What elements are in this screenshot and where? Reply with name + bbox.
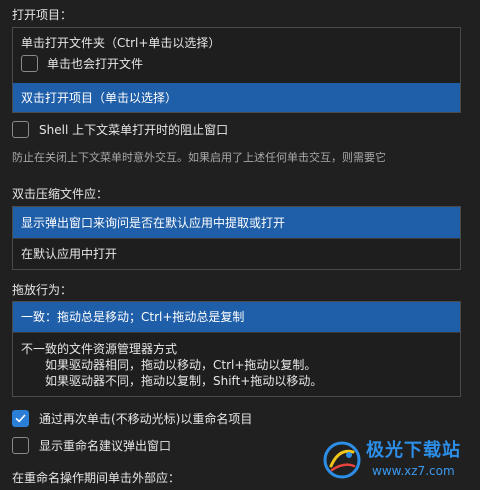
drag-option-explorer-label: 不一致的文件资源管理器方式 <box>21 342 178 356</box>
rename-outside-label: 在重命名操作期间单击外部应： <box>12 471 181 485</box>
open-item-options: 单击打开文件夹（Ctrl+单击以选择） 单击也会打开文件 双击打开项目（单击以选… <box>12 27 461 113</box>
rename-click-checkbox[interactable] <box>12 410 29 427</box>
settings-page: 打开项目： 单击打开文件夹（Ctrl+单击以选择） 单击也会打开文件 双击打开项… <box>0 0 480 490</box>
watermark: 极光下载站 www.xz7.com <box>322 438 472 482</box>
shell-block-label: Shell 上下文菜单打开时的阻止窗口 <box>39 123 229 137</box>
watermark-title: 极光下载站 <box>366 440 461 461</box>
aurora-logo-icon <box>323 441 361 479</box>
open-item-option-double-click[interactable]: 双击打开项目（单击以选择） <box>13 83 460 112</box>
drag-behavior-options: 一致：拖动总是移动；Ctrl+拖动总是复制 不一致的文件资源管理器方式 如果驱动… <box>12 301 461 397</box>
open-item-option-double-click-label: 双击打开项目（单击以选择） <box>21 91 178 105</box>
rename-click-label: 通过再次单击(不移动光标)以重命名项目 <box>39 412 253 426</box>
single-click-open-files-label: 单击也会打开文件 <box>47 57 144 71</box>
drag-option-consistent-label: 一致：拖动总是移动；Ctrl+拖动总是复制 <box>21 310 245 324</box>
open-item-option-single-click[interactable]: 单击打开文件夹（Ctrl+单击以选择） 单击也会打开文件 <box>13 28 460 83</box>
drag-option-consistent[interactable]: 一致：拖动总是移动；Ctrl+拖动总是复制 <box>13 302 460 332</box>
shell-block-checkbox[interactable] <box>12 121 29 138</box>
drag-behavior-label: 拖放行为： <box>12 283 73 297</box>
rename-popup-checkbox[interactable] <box>12 437 29 454</box>
drag-option-explorer-line-1: 如果驱动器相同，拖动以移动，Ctrl+拖动以复制。 <box>45 358 317 372</box>
open-item-option-single-click-label: 单击打开文件夹（Ctrl+单击以选择） <box>21 36 221 50</box>
archive-option-default-app-label: 在默认应用中打开 <box>21 247 118 261</box>
drag-option-explorer-line-2: 如果驱动器不同，拖动以复制，Shift+拖动以移动。 <box>45 374 323 388</box>
archive-option-popup-label: 显示弹出窗口来询问是否在默认应用中提取或打开 <box>21 216 286 230</box>
open-item-label: 打开项目： <box>12 8 73 22</box>
rename-popup-label: 显示重命名建议弹出窗口 <box>39 439 172 453</box>
archive-options: 显示弹出窗口来询问是否在默认应用中提取或打开 在默认应用中打开 <box>12 206 461 270</box>
single-click-open-files-checkbox[interactable] <box>21 55 38 72</box>
archive-option-default-app[interactable]: 在默认应用中打开 <box>13 239 460 269</box>
shell-block-description: 防止在关闭上下文菜单时意外交互。如果启用了上述任何单击交互，则需要它 <box>12 151 386 164</box>
watermark-url: www.xz7.com <box>372 464 455 478</box>
drag-option-explorer[interactable]: 不一致的文件资源管理器方式 如果驱动器相同，拖动以移动，Ctrl+拖动以复制。 … <box>13 333 460 396</box>
archive-label: 双击压缩文件应： <box>12 187 109 201</box>
check-icon <box>15 414 26 423</box>
archive-option-popup[interactable]: 显示弹出窗口来询问是否在默认应用中提取或打开 <box>13 207 460 238</box>
